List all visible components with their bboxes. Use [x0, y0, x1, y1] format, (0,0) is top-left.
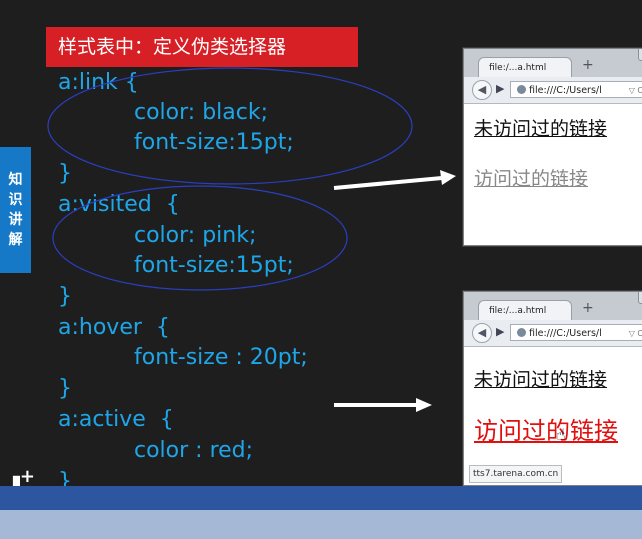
- taskbar-bottom-band: [0, 510, 642, 539]
- new-tab-button[interactable]: +: [582, 300, 594, 316]
- link-unvisited[interactable]: 未访问过的链接: [474, 365, 607, 392]
- slide: 样式表中：定义伪类选择器 知 识 讲 解 a:link { color: bla…: [0, 0, 642, 486]
- window-control[interactable]: [638, 292, 642, 304]
- nav-toolbar: ◀ ▶ file:///C:/Users/l ▽ C: [464, 320, 642, 347]
- page-content: 未访问过的链接 访问过的链接: [464, 104, 642, 245]
- arrow-to-browser1: [333, 170, 456, 190]
- highlight-ellipse-visited: [52, 185, 348, 291]
- address-text: file:///C:/Users/l: [529, 328, 602, 339]
- link-visited[interactable]: 访问过的链接: [474, 164, 588, 191]
- new-tab-button[interactable]: +: [582, 57, 594, 73]
- address-text: file:///C:/Users/l: [529, 85, 602, 96]
- address-bar[interactable]: file:///C:/Users/l ▽ C: [510, 81, 642, 98]
- highlight-ellipse-link: [47, 67, 413, 185]
- browser-window-1: file:/...a.html + ◀ ▶ file:///C:/Users/l…: [463, 48, 642, 246]
- status-bar: tts7.tarena.com.cn: [469, 465, 563, 483]
- reload-icon[interactable]: ▽ C: [629, 325, 642, 342]
- back-button[interactable]: ◀: [472, 80, 492, 100]
- arrow-to-browser2: [334, 398, 432, 412]
- reload-icon[interactable]: ▽ C: [629, 82, 642, 99]
- hand-cursor-icon: ☝: [556, 425, 566, 444]
- taskbar: [0, 486, 642, 539]
- forward-button[interactable]: ▶: [496, 82, 504, 95]
- taskbar-top-band: [0, 486, 642, 510]
- link-unvisited[interactable]: 未访问过的链接: [474, 114, 607, 141]
- browser-tab[interactable]: file:/...a.html: [478, 300, 572, 320]
- link-hover[interactable]: 访问过的链接: [474, 411, 618, 446]
- browser-window-2: file:/...a.html + ◀ ▶ file:///C:/Users/l…: [463, 291, 642, 486]
- address-bar[interactable]: file:///C:/Users/l ▽ C: [510, 324, 642, 341]
- page-content: 未访问过的链接 访问过的链接 ☝ tts7.tarena.com.cn: [464, 347, 642, 485]
- crosshair-cursor-icon: ▗+: [6, 466, 35, 486]
- globe-icon: [517, 85, 526, 94]
- nav-toolbar: ◀ ▶ file:///C:/Users/l ▽ C: [464, 77, 642, 104]
- tab-strip: file:/...a.html +: [464, 49, 642, 77]
- back-button[interactable]: ◀: [472, 323, 492, 343]
- window-control[interactable]: [638, 49, 642, 61]
- tab-strip: file:/...a.html +: [464, 292, 642, 320]
- browser-tab[interactable]: file:/...a.html: [478, 57, 572, 77]
- globe-icon: [517, 328, 526, 337]
- forward-button[interactable]: ▶: [496, 325, 504, 338]
